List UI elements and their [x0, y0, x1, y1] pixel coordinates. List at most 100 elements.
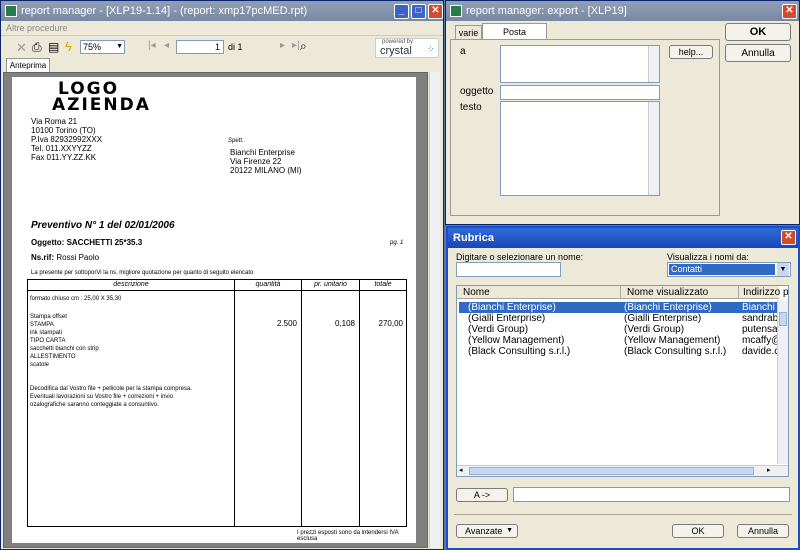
crystal-logo: powered by crystal ⁘: [375, 38, 439, 58]
contacts-list[interactable]: Nome Nome visualizzato Indirizzo posta (…: [456, 285, 789, 477]
last-page-icon[interactable]: ▸|: [292, 40, 300, 51]
hscroll-right-icon[interactable]: ▸: [767, 466, 771, 474]
maximize-icon[interactable]: □: [411, 4, 426, 19]
recipient-block: Bianchi Enterprise Via Firenze 22 20122 …: [230, 148, 302, 175]
next-page-icon[interactable]: ▸: [280, 40, 285, 51]
sender-block: Via Roma 21 10100 Torino (TO) P.Iva 8293…: [31, 117, 102, 162]
close-icon[interactable]: ✕: [428, 4, 443, 19]
source-select-value: Contatti: [669, 264, 775, 275]
print-icon[interactable]: ⎙: [32, 40, 42, 55]
body-field[interactable]: [500, 101, 660, 196]
item-lines: Stampa offset STAMPA ink stampati TIPO C…: [30, 313, 99, 369]
export-window-title: report manager: export - [XLP19]: [466, 5, 627, 17]
tab-posta-elettronica[interactable]: Posta elettronica: [482, 23, 547, 53]
subject-line: Oggetto: SACCHETTI 25*35.3: [31, 238, 142, 247]
page-number-input[interactable]: 1: [176, 40, 224, 54]
col-nome-visualizzato[interactable]: Nome visualizzato: [627, 287, 708, 298]
chevron-down-icon: ▼: [777, 263, 789, 276]
paper-page: LOGO AZIENDA Via Roma 21 10100 Torino (T…: [12, 77, 416, 543]
spett-label: Spett.: [228, 138, 244, 144]
item-line: sacchetti bianchi con strip: [30, 346, 99, 352]
crystal-dots-icon: ⁘: [427, 44, 435, 54]
item-line: scatole: [30, 362, 50, 368]
label-testo: testo: [460, 102, 482, 113]
body-field-scroll[interactable]: [648, 102, 659, 195]
tab-varie[interactable]: varie: [455, 25, 482, 40]
sender-line: 10100 Torino (TO): [31, 126, 96, 135]
row-display: (Black Consulting s.r.l.): [624, 346, 727, 357]
type-name-label: Digitare o selezionare un nome:: [456, 252, 584, 262]
row-display: (Yellow Management): [624, 335, 721, 346]
row-name: (Black Consulting s.r.l.): [468, 346, 571, 357]
crystal-text: crystal: [380, 45, 412, 57]
note-line: Decodifica dal Vostro file + pellicole p…: [30, 386, 192, 392]
row-name: (Bianchi Enterprise): [468, 302, 556, 313]
format-line: formato chiuso cm : 25,00 X 35,30: [30, 296, 122, 302]
hscroll-thumb[interactable]: [469, 467, 754, 475]
col-nome[interactable]: Nome: [463, 287, 490, 298]
report-window-titlebar[interactable]: report manager - [XLP19-1.14] - (report:…: [1, 1, 443, 21]
list-row[interactable]: (Verdi Group) (Verdi Group) putensa@t: [459, 324, 788, 335]
to-field[interactable]: [500, 45, 660, 83]
rubrica-titlebar[interactable]: Rubrica ✕: [448, 228, 798, 248]
page-current: 1: [214, 42, 220, 52]
subject-value: SACCHETTI 25*35.3: [66, 238, 143, 247]
minimize-icon[interactable]: _: [394, 4, 409, 19]
row-name: (Gialli Enterprise): [468, 313, 546, 324]
header-totale: totale: [374, 281, 392, 288]
rubrica-ok-button[interactable]: OK: [672, 524, 724, 538]
header-descrizione: descrizione: [113, 281, 149, 288]
hscroll-left-icon[interactable]: ◂: [459, 466, 463, 474]
scroll-thumb[interactable]: [779, 312, 787, 326]
source-select[interactable]: Contatti ▼: [667, 262, 791, 277]
list-row[interactable]: (Yellow Management) (Yellow Management) …: [459, 335, 788, 346]
recipient-line: 20122 MILANO (MI): [230, 166, 302, 175]
row-display: (Bianchi Enterprise): [624, 302, 712, 313]
row-display: (Verdi Group): [624, 324, 685, 335]
page-label: pg. 1: [390, 240, 404, 246]
list-row-selected[interactable]: (Bianchi Enterprise) (Bianchi Enterprise…: [459, 302, 784, 313]
preview-vscroll[interactable]: [429, 72, 440, 548]
name-search-input[interactable]: [456, 262, 561, 277]
app-icon: [5, 5, 17, 17]
close-icon[interactable]: ✕: [781, 230, 796, 245]
logo-line2: AZIENDA: [52, 95, 151, 115]
export-window-titlebar[interactable]: report manager: export - [XLP19] ✕: [446, 1, 799, 21]
advanced-button[interactable]: Avanzate ▼: [456, 524, 518, 538]
subject-label: Oggetto:: [31, 238, 65, 247]
toolbar: ✕ ⎙ ▤ ϟ 75% ▼ |◂ ◂ 1 di 1 ▸ ▸| ⌕ powered…: [1, 37, 443, 59]
close-icon[interactable]: ✕: [782, 4, 797, 19]
item-line: ALLESTIMENTO: [30, 354, 76, 360]
search-icon[interactable]: ⌕: [300, 39, 307, 54]
menu-altre-procedure[interactable]: Altre procedure: [6, 23, 68, 33]
ref-label: Ns.rif:: [31, 253, 55, 262]
sender-line: Tel. 011.XXYYZZ: [31, 144, 92, 153]
item-line: ink stampati: [30, 330, 63, 336]
tab-anteprima[interactable]: Anteprima: [6, 58, 50, 72]
rubrica-cancel-button[interactable]: Annulla: [737, 524, 789, 538]
prev-page-icon[interactable]: ◂: [164, 40, 169, 51]
export-icon[interactable]: ▤: [48, 40, 59, 54]
app-icon: [450, 5, 462, 17]
menu-bar: Altre procedure: [1, 21, 443, 36]
help-button[interactable]: help...: [669, 45, 713, 59]
list-row[interactable]: (Black Consulting s.r.l.) (Black Consult…: [459, 346, 788, 357]
export-ok-button[interactable]: OK: [725, 23, 791, 41]
export-cancel-button[interactable]: Annulla: [725, 44, 791, 62]
sender-line: Via Roma 21: [31, 117, 78, 126]
to-button[interactable]: A ->: [456, 488, 508, 502]
list-hscroll[interactable]: ◂ ▸: [457, 465, 788, 476]
quote-table: descrizione quantità pr. unitario totale…: [27, 279, 407, 527]
chevron-down-icon: ▼: [506, 527, 513, 534]
to-field-scroll[interactable]: [648, 46, 659, 82]
to-recipients-field[interactable]: [513, 487, 790, 502]
col-indirizzo[interactable]: Indirizzo posta: [743, 287, 788, 298]
lightning-icon[interactable]: ϟ: [65, 39, 72, 54]
list-vscroll[interactable]: [777, 300, 788, 464]
row-display: (Gialli Enterprise): [624, 313, 702, 324]
cancel-x-icon[interactable]: ✕: [16, 40, 27, 56]
zoom-select[interactable]: 75% ▼: [80, 40, 125, 54]
first-page-icon[interactable]: |◂: [148, 40, 156, 51]
list-row[interactable]: (Gialli Enterprise) (Gialli Enterprise) …: [459, 313, 788, 324]
subject-field[interactable]: [500, 85, 660, 100]
